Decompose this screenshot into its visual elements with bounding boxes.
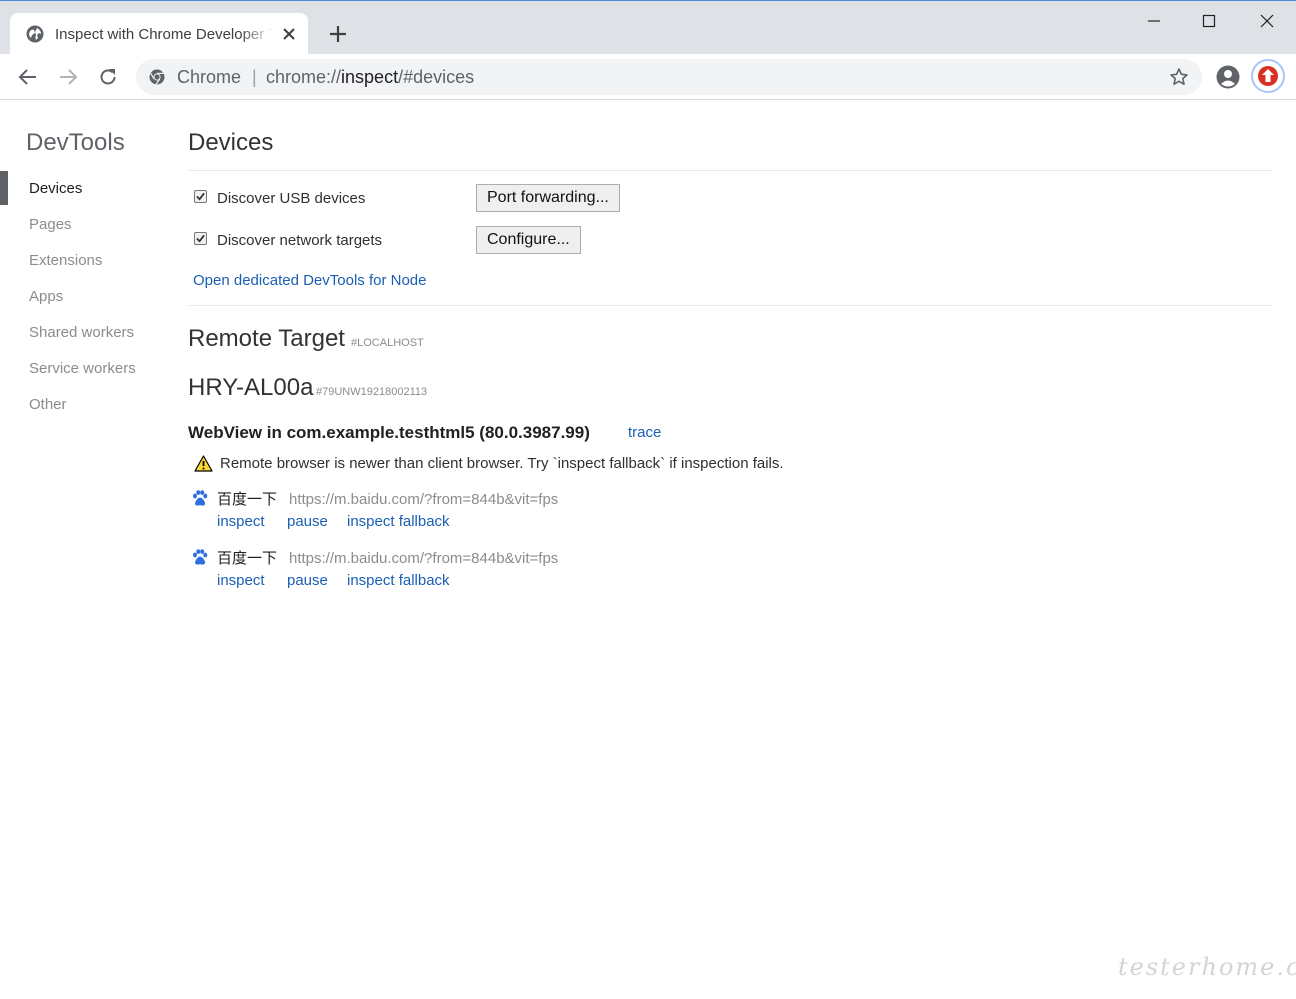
toolbar: Chrome | chrome://inspect/#devices [0,54,1296,100]
checkmark-icon [196,234,205,243]
reload-icon[interactable] [97,66,119,88]
omnibox-separator: | [252,67,257,87]
warning-icon [194,455,213,472]
url-path: /#devices [398,67,475,87]
inspect-link[interactable]: inspect [217,512,265,532]
discover-usb-label: Discover USB devices [217,190,366,207]
url-host: inspect [341,67,399,87]
omnibox-url[interactable]: chrome://inspect/#devices [266,66,474,88]
pause-link[interactable]: pause [287,512,328,532]
port-forwarding-button[interactable]: Port forwarding... [476,184,620,212]
maximize-icon[interactable] [1199,11,1219,31]
checkmark-icon [196,192,205,201]
inspect-fallback-link[interactable]: inspect fallback [347,571,450,591]
sidebar-item-service-workers[interactable]: Service workers [29,359,136,379]
new-tab-plus-icon[interactable] [328,24,348,44]
baidu-paw-icon [193,549,208,565]
window-close-icon[interactable] [1257,11,1277,31]
minimize-icon[interactable] [1144,11,1164,31]
device-serial: #79UNW19218002113 [316,386,428,398]
inspect-link[interactable]: inspect [217,571,265,591]
device-name: HRY-AL00a [188,374,314,401]
sidebar-item-other[interactable]: Other [29,395,67,415]
chrome-logo-icon [149,69,165,85]
page-title: 百度一下 [217,550,278,567]
bookmark-star-icon[interactable] [1169,67,1189,87]
pause-link[interactable]: pause [287,571,328,591]
discover-network-label: Discover network targets [217,232,383,249]
open-node-devtools-link[interactable]: Open dedicated DevTools for Node [193,271,426,291]
inspect-fallback-link[interactable]: inspect fallback [347,512,450,532]
omnibox[interactable]: Chrome | chrome://inspect/#devices [136,59,1202,95]
sidebar-title: DevTools [26,129,125,156]
sidebar-item-devices[interactable]: Devices [29,179,82,199]
baidu-paw-icon [193,490,208,506]
back-arrow-icon[interactable] [17,66,39,88]
update-arrow-icon [1258,66,1278,86]
profile-avatar-icon[interactable] [1216,65,1240,89]
title-bar: Inspect with Chrome Developer Tools [0,0,1296,55]
omnibox-chip: Chrome [177,67,242,87]
page-title: 百度一下 [217,491,278,508]
sidebar-item-pages[interactable]: Pages [29,215,72,235]
url-scheme: chrome:// [266,67,342,87]
tab-inspect[interactable]: Inspect with Chrome Developer Tools [10,13,308,55]
remote-target-title: Remote Target [188,325,345,352]
sidebar-item-shared-workers[interactable]: Shared workers [29,323,134,343]
close-icon[interactable] [281,26,297,42]
divider [188,170,1272,171]
tab-title: Inspect with Chrome Developer Tools [55,26,273,43]
sidebar-active-marker [0,171,8,205]
remote-target-sub: #LOCALHOST [351,337,424,349]
discover-network-checkbox[interactable] [194,232,207,245]
forward-arrow-icon[interactable] [57,66,79,88]
globe-icon [26,25,44,43]
divider [188,305,1272,306]
version-warning: Remote browser is newer than client brow… [220,455,784,472]
discover-usb-checkbox[interactable] [194,190,207,203]
sidebar-item-apps[interactable]: Apps [29,287,63,307]
sidebar-item-extensions[interactable]: Extensions [29,251,102,271]
webview-title: WebView in com.example.testhtml5 (80.0.3… [188,423,590,442]
trace-link[interactable]: trace [628,423,661,443]
page-url: https://m.baidu.com/?from=844b&vit=fps [289,550,559,567]
watermark: testerhome.com [1118,953,1296,981]
page-title: Devices [188,129,274,156]
extension-button[interactable] [1251,59,1285,93]
page-url: https://m.baidu.com/?from=844b&vit=fps [289,491,559,508]
configure-button[interactable]: Configure... [476,226,581,254]
